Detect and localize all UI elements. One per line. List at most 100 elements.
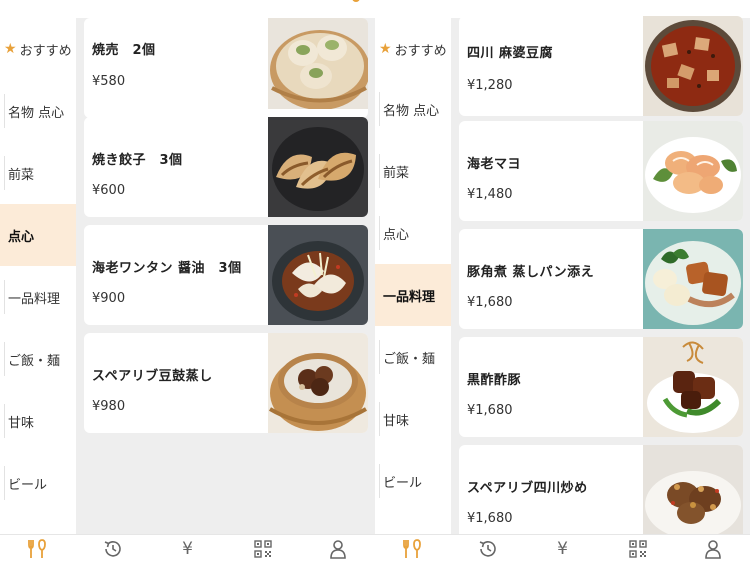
account-icon (704, 539, 722, 559)
category-divider (4, 280, 5, 314)
category-sidebar: ★ おすすめ 名物 点心 前菜 点心 一品料理 ご飯・麺 甘味 ビール (0, 18, 76, 534)
category-label: 前菜 (8, 167, 35, 183)
menu-item-price: ¥580 (92, 74, 126, 89)
sichuan-spare-rib-photo[interactable] (643, 445, 743, 545)
category-beer[interactable]: ビール (0, 452, 76, 514)
category-label: ご飯・麺 (8, 353, 61, 369)
shrimp-mayo-photo[interactable] (643, 121, 743, 221)
menu-item-price: ¥600 (92, 183, 126, 198)
menu-item-price: ¥900 (92, 291, 126, 306)
category-label: ビール (8, 477, 48, 493)
qr-code-icon (628, 540, 647, 558)
category-signature-dim-sum[interactable]: 名物 点心 (375, 78, 451, 140)
braised-pork-photo[interactable] (643, 229, 743, 329)
menu-item-card[interactable]: 四川 麻婆豆腐 ¥1,280 (459, 16, 743, 116)
category-signature-dim-sum[interactable]: 名物 点心 (0, 80, 76, 142)
menu-item-card[interactable]: 黒酢酢豚 ¥1,680 (459, 337, 743, 437)
category-label: ご飯・麺 (383, 351, 436, 367)
category-label: おすすめ (394, 43, 447, 59)
tab-qr[interactable] (600, 535, 675, 562)
menu-item-price: ¥980 (92, 399, 126, 414)
category-divider (379, 92, 380, 126)
category-label: ビール (383, 475, 423, 491)
menu-item-card[interactable]: スペアリブ四川炒め ¥1,680 (459, 445, 743, 545)
tab-menu[interactable] (375, 535, 450, 562)
category-divider (4, 342, 5, 376)
menu-item-price: ¥1,680 (467, 295, 513, 310)
menu-item-name: 四川 麻婆豆腐 (467, 46, 554, 61)
category-rice-noodles[interactable]: ご飯・麺 (375, 326, 451, 388)
category-divider (4, 94, 5, 128)
category-label: 前菜 (383, 165, 410, 181)
menu-item-card[interactable]: スペアリブ豆鼓蒸し ¥980 (84, 333, 368, 433)
menu-screen-dim-sum: ★ おすすめ 名物 点心 前菜 点心 一品料理 ご飯・麺 甘味 ビール 焼売 2… (0, 0, 375, 562)
category-label: 一品料理 (383, 289, 436, 305)
category-beer[interactable]: ビール (375, 450, 451, 512)
menu-item-card[interactable]: 焼売 2個 ¥580 (84, 18, 368, 118)
history-icon (102, 539, 124, 559)
yen-icon: ¥ (557, 539, 568, 559)
fork-knife-icon (402, 539, 424, 559)
category-divider (4, 156, 5, 190)
category-divider (379, 154, 380, 188)
category-appetizer[interactable]: 前菜 (375, 140, 451, 202)
menu-item-name: 豚角煮 蒸しパン添え (467, 265, 595, 280)
menu-item-card[interactable]: 焼き餃子 3個 ¥600 (84, 117, 368, 217)
category-label: 点心 (383, 227, 410, 243)
category-rice-noodles[interactable]: ご飯・麺 (0, 328, 76, 390)
mapo-tofu-photo[interactable] (643, 16, 743, 116)
category-dessert[interactable]: 甘味 (375, 388, 451, 450)
menu-item-list: 焼売 2個 ¥580 焼き餃子 3個 ¥600 海老ワンタン 醤油 3個 ¥90… (84, 18, 368, 534)
category-dim-sum[interactable]: 点心 (375, 202, 451, 264)
category-divider (379, 340, 380, 374)
menu-item-price: ¥1,680 (467, 511, 513, 526)
category-label: 点心 (8, 229, 35, 245)
tab-qr[interactable] (225, 535, 300, 562)
tab-account[interactable] (675, 535, 750, 562)
category-a-la-carte[interactable]: 一品料理 (375, 264, 451, 326)
star-icon: ★ (379, 41, 392, 57)
menu-item-name: 海老ワンタン 醤油 3個 (92, 261, 242, 276)
menu-item-price: ¥1,480 (467, 187, 513, 202)
menu-item-name: 黒酢酢豚 (467, 373, 522, 388)
shumai-photo[interactable] (268, 18, 368, 109)
tab-menu[interactable] (0, 535, 75, 562)
category-dessert[interactable]: 甘味 (0, 390, 76, 452)
category-appetizer[interactable]: 前菜 (0, 142, 76, 204)
tab-history[interactable] (450, 535, 525, 562)
menu-item-name: 海老マヨ (467, 157, 522, 172)
tab-account[interactable] (300, 535, 375, 562)
category-label: 甘味 (383, 413, 410, 429)
category-divider (379, 464, 380, 498)
tab-bill[interactable]: ¥ (150, 535, 225, 562)
category-divider (4, 466, 5, 500)
black-vinegar-pork-photo[interactable] (643, 337, 743, 437)
menu-item-name: 焼売 2個 (92, 43, 156, 58)
shrimp-wonton-photo[interactable] (268, 225, 368, 325)
fork-knife-icon (27, 539, 49, 559)
category-dim-sum[interactable]: 点心 (0, 204, 76, 266)
gyoza-photo[interactable] (268, 117, 368, 217)
category-recommended[interactable]: ★ おすすめ (0, 18, 76, 80)
spare-rib-steamed-photo[interactable] (268, 333, 368, 433)
category-divider (379, 402, 380, 436)
header-indicator (352, 0, 360, 2)
header-bar (0, 0, 375, 18)
category-a-la-carte[interactable]: 一品料理 (0, 266, 76, 328)
tab-history[interactable] (75, 535, 150, 562)
history-icon (477, 539, 499, 559)
category-divider (379, 216, 380, 250)
menu-item-card[interactable]: 海老ワンタン 醤油 3個 ¥900 (84, 225, 368, 325)
category-label: 一品料理 (8, 291, 61, 307)
category-sidebar: ★ おすすめ 名物 点心 前菜 点心 一品料理 ご飯・麺 甘味 ビール (375, 18, 451, 534)
category-recommended[interactable]: ★ おすすめ (375, 18, 451, 80)
menu-item-name: スペアリブ四川炒め (467, 481, 588, 496)
yen-icon: ¥ (182, 539, 193, 559)
category-label: 甘味 (8, 415, 35, 431)
menu-screen-a-la-carte: ★ おすすめ 名物 点心 前菜 点心 一品料理 ご飯・麺 甘味 ビール 四川 麻… (375, 0, 750, 562)
menu-item-name: スペアリブ豆鼓蒸し (92, 369, 213, 384)
tab-bill[interactable]: ¥ (525, 535, 600, 562)
menu-item-card[interactable]: 海老マヨ ¥1,480 (459, 121, 743, 221)
menu-item-card[interactable]: 豚角煮 蒸しパン添え ¥1,680 (459, 229, 743, 329)
account-icon (329, 539, 347, 559)
